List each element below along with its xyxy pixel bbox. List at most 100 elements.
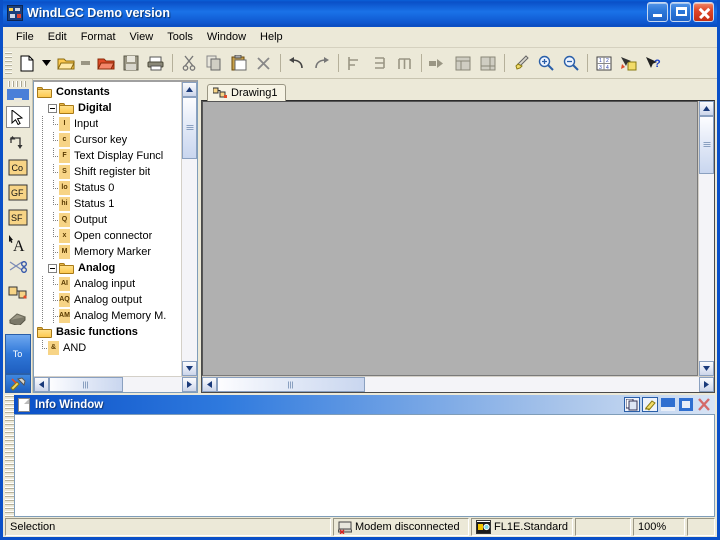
folder-icon <box>59 102 75 115</box>
align-right-icon[interactable] <box>393 52 416 75</box>
collapse-expander-icon[interactable] <box>48 103 57 113</box>
scroll-down-button[interactable] <box>182 361 197 376</box>
scroll-up-button[interactable] <box>182 82 197 97</box>
scroll-thumb[interactable] <box>699 116 714 174</box>
select-tool-icon[interactable] <box>617 52 640 75</box>
maximize-button[interactable] <box>670 2 691 22</box>
tools-palette-tab-label: To <box>12 349 23 360</box>
tree-node-basic-functions[interactable]: Basic functions <box>37 324 181 340</box>
scroll-thumb[interactable] <box>49 377 123 392</box>
block-icon: AQ <box>59 293 70 307</box>
menu-item-view[interactable]: View <box>123 29 161 45</box>
zoom-out-icon[interactable] <box>559 52 582 75</box>
constants-tool[interactable]: Co <box>6 156 30 178</box>
menu-item-file[interactable]: File <box>9 29 41 45</box>
open-small-icon[interactable] <box>79 52 92 75</box>
menu-item-tools[interactable]: Tools <box>160 29 200 45</box>
scroll-track[interactable] <box>699 116 714 361</box>
cut-icon[interactable] <box>177 52 200 75</box>
save-icon[interactable] <box>119 52 142 75</box>
selection-arrow-tool[interactable] <box>5 106 30 129</box>
tree-item-memory-marker[interactable]: M Memory Marker <box>37 244 181 260</box>
info-window-content[interactable] <box>14 414 715 517</box>
zoom-in-icon[interactable] <box>534 52 557 75</box>
catalog-tree[interactable]: Constants Digital I Input c Cursor key F… <box>34 82 181 376</box>
close-button[interactable] <box>693 2 714 22</box>
basic-functions-tool[interactable]: GF <box>6 182 30 204</box>
vertical-toolbar-grip[interactable] <box>7 81 28 87</box>
maximize-button[interactable] <box>678 397 694 412</box>
close-button[interactable] <box>696 397 712 412</box>
document-tab-drawing1[interactable]: Drawing1 <box>207 84 287 101</box>
cut-connection-tool[interactable] <box>6 257 30 279</box>
tree-item-analog-input[interactable]: AI Analog input <box>37 276 181 292</box>
scroll-track[interactable] <box>49 377 182 392</box>
tree-item-status-1[interactable]: hi Status 1 <box>37 196 181 212</box>
tree-item-open-connector[interactable]: x Open connector <box>37 228 181 244</box>
tree-item-shift-register-bit[interactable]: S Shift register bit <box>37 164 181 180</box>
delete-icon[interactable] <box>252 52 275 75</box>
help-pointer-icon[interactable]: ? <box>642 52 665 75</box>
tools-palette-tab[interactable]: To <box>4 333 31 375</box>
scroll-right-button[interactable] <box>699 377 714 392</box>
scroll-thumb[interactable] <box>182 97 197 159</box>
scroll-left-button[interactable] <box>34 377 49 392</box>
copy-button[interactable] <box>624 397 640 412</box>
grid-icon[interactable]: 1234 <box>592 52 615 75</box>
info-window-grip[interactable] <box>5 395 14 517</box>
clear-button[interactable] <box>642 397 658 412</box>
tree-item-cursor-key[interactable]: c Cursor key <box>37 132 181 148</box>
special-functions-tool[interactable]: SF <box>6 207 30 229</box>
redo-icon[interactable] <box>310 52 333 75</box>
canvas-horizontal-scrollbar[interactable] <box>202 376 714 392</box>
connector-tool[interactable] <box>6 131 30 153</box>
copy-icon[interactable] <box>202 52 225 75</box>
arrow-right-icon[interactable] <box>426 52 449 75</box>
scroll-left-button[interactable] <box>202 377 217 392</box>
scroll-up-button[interactable] <box>699 101 714 116</box>
tree-vertical-scrollbar[interactable] <box>181 82 197 376</box>
canvas-vertical-scrollbar[interactable] <box>698 101 714 376</box>
tree-node-analog[interactable]: Analog <box>37 260 181 276</box>
tree-item-output[interactable]: Q Output <box>37 212 181 228</box>
open-folder-icon[interactable] <box>54 52 77 75</box>
tree-item-analog-memory-marker[interactable]: AM Analog Memory M. <box>37 308 181 324</box>
scroll-down-button[interactable] <box>699 361 714 376</box>
undo-icon[interactable] <box>285 52 308 75</box>
page-view-icon[interactable] <box>451 52 474 75</box>
open-red-folder-icon[interactable] <box>94 52 117 75</box>
online-test-tool[interactable] <box>6 307 30 329</box>
toolbar-grip[interactable] <box>5 52 12 74</box>
collapse-expander-icon[interactable] <box>48 263 57 273</box>
paintbrush-icon[interactable] <box>509 52 532 75</box>
scroll-track[interactable] <box>182 97 197 361</box>
tree-item-and[interactable]: & AND <box>37 340 181 356</box>
tree-item-text-display-function[interactable]: F Text Display Funcl <box>37 148 181 164</box>
scroll-right-button[interactable] <box>182 377 197 392</box>
paste-icon[interactable] <box>227 52 250 75</box>
tree-node-constants[interactable]: Constants <box>37 84 181 100</box>
tree-item-status-0[interactable]: lo Status 0 <box>37 180 181 196</box>
tools-button[interactable] <box>4 374 31 393</box>
menu-item-edit[interactable]: Edit <box>41 29 74 45</box>
minimize-button[interactable] <box>647 2 668 22</box>
tree-horizontal-scrollbar[interactable] <box>34 376 197 392</box>
drawing-canvas[interactable] <box>202 101 698 376</box>
menu-item-format[interactable]: Format <box>74 29 123 45</box>
minimize-button[interactable] <box>660 397 676 412</box>
menu-item-window[interactable]: Window <box>200 29 253 45</box>
simulation-tool[interactable] <box>6 282 30 304</box>
align-center-icon[interactable] <box>368 52 391 75</box>
tree-node-digital[interactable]: Digital <box>37 100 181 116</box>
align-left-icon[interactable] <box>343 52 366 75</box>
scroll-thumb[interactable] <box>217 377 365 392</box>
scroll-track[interactable] <box>217 377 699 392</box>
print-icon[interactable] <box>144 52 167 75</box>
text-tool[interactable]: A <box>6 232 30 254</box>
menu-item-help[interactable]: Help <box>253 29 290 45</box>
dropdown-arrow-icon[interactable] <box>41 52 52 75</box>
new-document-icon[interactable] <box>16 52 39 75</box>
page-layout-icon[interactable] <box>476 52 499 75</box>
tree-item-input[interactable]: I Input <box>37 116 181 132</box>
tree-item-analog-output[interactable]: AQ Analog output <box>37 292 181 308</box>
